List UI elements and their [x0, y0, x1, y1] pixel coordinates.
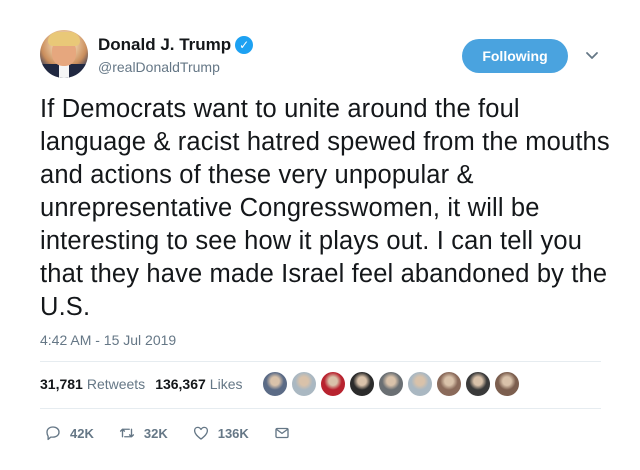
- liker-avatar-6[interactable]: [407, 371, 433, 397]
- reply-count: 42K: [70, 425, 94, 441]
- like-button[interactable]: 136K: [192, 424, 249, 442]
- tweet-card: Donald J. Trump ✓ @realDonaldTrump Follo…: [0, 0, 640, 470]
- retweets-count[interactable]: 31,781: [40, 376, 83, 392]
- retweet-count: 32K: [143, 425, 168, 441]
- retweets-label[interactable]: Retweets: [87, 376, 145, 392]
- liker-avatar-5[interactable]: [378, 371, 404, 397]
- following-button[interactable]: Following: [462, 39, 568, 73]
- heart-icon: [193, 426, 208, 440]
- verified-badge-icon: ✓: [235, 36, 254, 54]
- chevron-down-icon[interactable]: [583, 46, 601, 64]
- direct-message-button[interactable]: [273, 424, 291, 442]
- author-info: Donald J. Trump ✓ @realDonaldTrump: [98, 35, 254, 75]
- tweet-timestamp[interactable]: 4:42 AM - 15 Jul 2019: [40, 332, 176, 348]
- tweet-actions: 42K 32K 136K: [44, 424, 315, 442]
- liker-avatar-4[interactable]: [349, 371, 375, 397]
- liker-avatars: [262, 371, 523, 397]
- tweet-stats: 31,781 Retweets 136,367 Likes: [40, 376, 242, 392]
- author-handle[interactable]: @realDonaldTrump: [98, 59, 253, 75]
- liker-avatar-8[interactable]: [465, 371, 491, 397]
- liker-avatar-1[interactable]: [262, 371, 288, 397]
- author-avatar[interactable]: [40, 30, 88, 78]
- reply-icon: [46, 426, 60, 441]
- divider: [40, 408, 601, 409]
- like-count: 136K: [217, 425, 249, 441]
- liker-avatar-2[interactable]: [291, 371, 317, 397]
- reply-button[interactable]: 42K: [44, 424, 94, 442]
- likes-count[interactable]: 136,367: [155, 376, 206, 392]
- liker-avatar-9[interactable]: [494, 371, 520, 397]
- retweet-icon: [119, 428, 134, 438]
- likes-label[interactable]: Likes: [210, 376, 243, 392]
- retweet-button[interactable]: 32K: [118, 424, 168, 442]
- divider: [40, 361, 601, 362]
- liker-avatar-7[interactable]: [436, 371, 462, 397]
- author-display-name[interactable]: Donald J. Trump: [98, 35, 231, 55]
- tweet-text: If Democrats want to unite around the fo…: [40, 95, 610, 321]
- envelope-icon: [275, 427, 289, 439]
- liker-avatar-3[interactable]: [320, 371, 346, 397]
